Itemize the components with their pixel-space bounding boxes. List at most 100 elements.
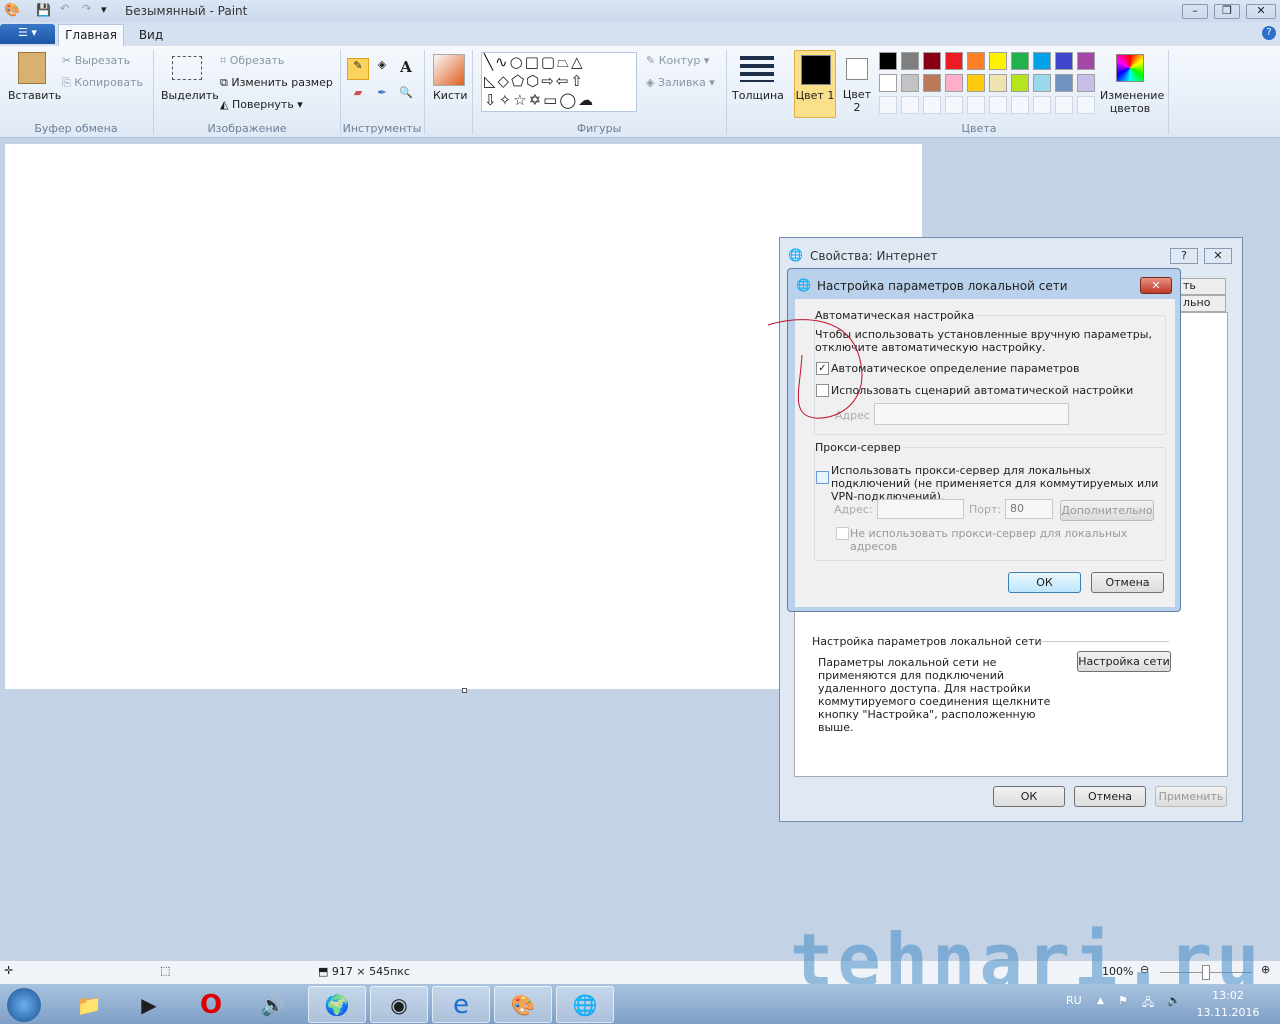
palette-color-swatch[interactable] — [989, 74, 1007, 92]
empty-custom-color-slot[interactable] — [901, 96, 919, 114]
text-tool-icon[interactable]: A — [395, 58, 417, 80]
palette-color-swatch[interactable] — [879, 74, 897, 92]
palette-color-swatch[interactable] — [967, 74, 985, 92]
internet-options-taskbar-icon[interactable]: 🌐 — [556, 986, 614, 1023]
cancel-button[interactable]: Отмена — [1091, 572, 1164, 593]
tab-view[interactable]: Вид — [130, 26, 172, 44]
palette-color-swatch[interactable] — [923, 74, 941, 92]
palette-color-swatch[interactable] — [945, 52, 963, 70]
opera-icon[interactable]: O — [182, 986, 240, 1023]
fill-button[interactable]: ◈ Заливка ▾ — [646, 76, 715, 89]
lan-settings-button[interactable]: Настройка сети — [1077, 651, 1171, 672]
crop-button[interactable]: ⌗ Обрезать — [220, 54, 284, 68]
paint-taskbar-icon[interactable]: 🎨 — [494, 986, 552, 1023]
network-icon[interactable]: 🖧 — [1142, 994, 1154, 1013]
proxy-address-input[interactable] — [877, 499, 964, 519]
empty-custom-color-slot[interactable] — [989, 96, 1007, 114]
use-proxy-checkbox[interactable] — [816, 471, 829, 484]
pencil-icon[interactable]: ✎ — [347, 58, 369, 80]
paint-menu-button[interactable]: ☰ ▾ — [0, 24, 55, 44]
shapes-gallery[interactable]: ╲∿○□▢⏢△ ◺◇⬠⬡⇨⇦⇧ ⇩✧☆✡▭◯☁ — [481, 52, 637, 112]
empty-custom-color-slot[interactable] — [1055, 96, 1073, 114]
brushes-button[interactable]: Кисти — [433, 89, 468, 102]
edit-colors-icon — [1116, 54, 1144, 82]
palette-color-swatch[interactable] — [1033, 52, 1051, 70]
cancel-button[interactable]: Отмена — [1074, 786, 1146, 807]
media-player-icon[interactable]: ▶ — [120, 986, 178, 1023]
start-button[interactable] — [0, 986, 48, 1023]
palette-color-swatch[interactable] — [1055, 74, 1073, 92]
advanced-button[interactable]: Дополнительно — [1060, 500, 1154, 521]
outline-label: Контур — [658, 54, 701, 67]
paint-app-icon: 🎨 — [4, 3, 21, 18]
speaker-app-icon[interactable]: 🔊 — [244, 986, 302, 1023]
palette-color-swatch[interactable] — [1077, 74, 1095, 92]
palette-color-swatch[interactable] — [989, 52, 1007, 70]
color1-button[interactable]: Цвет 1 — [794, 50, 836, 118]
rotate-button[interactable]: ◭ Повернуть ▾ — [220, 98, 303, 111]
canvas-resize-handle[interactable] — [462, 688, 467, 693]
apply-button[interactable]: Применить — [1155, 786, 1227, 807]
script-address-input[interactable] — [874, 403, 1069, 425]
tray-expand-icon[interactable]: ▲ — [1097, 996, 1104, 1006]
close-button[interactable]: ✕ — [1140, 277, 1172, 294]
eraser-icon[interactable]: ▰ — [347, 86, 369, 108]
maximize-button[interactable]: ❐ — [1214, 4, 1240, 19]
outline-button[interactable]: ✎ Контур ▾ — [646, 54, 709, 67]
save-icon[interactable]: 💾 — [36, 3, 51, 17]
palette-color-swatch[interactable] — [923, 52, 941, 70]
empty-custom-color-slot[interactable] — [945, 96, 963, 114]
chrome-icon[interactable]: ◉ — [370, 986, 428, 1023]
palette-color-swatch[interactable] — [1011, 74, 1029, 92]
close-button[interactable]: ✕ — [1204, 248, 1232, 264]
select-button[interactable]: Выделить — [161, 89, 219, 102]
help-button[interactable]: ? — [1170, 248, 1198, 264]
clock-date[interactable]: 13.11.2016 — [1196, 1006, 1260, 1019]
port-input[interactable]: 80 — [1005, 499, 1053, 519]
empty-custom-color-slot[interactable] — [923, 96, 941, 114]
internet-explorer-icon[interactable]: e — [432, 986, 490, 1023]
tab-partial[interactable]: ть — [1178, 278, 1226, 295]
empty-custom-color-slot[interactable] — [879, 96, 897, 114]
edit-colors-button[interactable]: Изменение цветов — [1100, 89, 1164, 115]
cut-button[interactable]: ✂ Вырезать — [62, 54, 130, 67]
ok-button[interactable]: ОК — [1008, 572, 1081, 593]
taskbar-app-icon[interactable]: 🌍 — [308, 986, 366, 1023]
empty-custom-color-slot[interactable] — [1011, 96, 1029, 114]
color-picker-icon[interactable]: ✒ — [371, 86, 393, 108]
palette-color-swatch[interactable] — [901, 74, 919, 92]
palette-color-swatch[interactable] — [1077, 52, 1095, 70]
redo-icon[interactable]: ↷ — [82, 2, 91, 15]
palette-color-swatch[interactable] — [967, 52, 985, 70]
palette-color-swatch[interactable] — [901, 52, 919, 70]
resize-button[interactable]: ⧉ Изменить размер — [220, 76, 333, 90]
fill-icon[interactable]: ◈ — [371, 58, 393, 80]
tab-partial[interactable]: льно — [1178, 295, 1226, 312]
close-button[interactable]: ✕ — [1246, 4, 1276, 19]
tab-home[interactable]: Главная — [58, 24, 124, 46]
copy-button[interactable]: ⎘ Копировать — [62, 76, 143, 90]
palette-color-swatch[interactable] — [1011, 52, 1029, 70]
paste-button[interactable]: Вставить — [8, 89, 61, 102]
palette-color-swatch[interactable] — [945, 74, 963, 92]
help-icon[interactable]: ? — [1262, 26, 1276, 40]
palette-color-swatch[interactable] — [1055, 52, 1073, 70]
palette-color-swatch[interactable] — [879, 52, 897, 70]
quick-access-dropdown-icon[interactable]: ▾ — [101, 3, 107, 16]
ok-button[interactable]: ОК — [993, 786, 1065, 807]
volume-icon[interactable]: 🔈 — [1167, 994, 1181, 1007]
magnifier-icon[interactable]: 🔍 — [395, 86, 417, 108]
language-indicator[interactable]: RU — [1066, 994, 1082, 1007]
action-center-flag-icon[interactable]: ⚑ — [1118, 994, 1128, 1007]
empty-custom-color-slot[interactable] — [967, 96, 985, 114]
explorer-icon[interactable]: 📁 — [60, 986, 118, 1023]
color2-button[interactable]: Цвет 2 — [840, 50, 874, 118]
empty-custom-color-slot[interactable] — [1033, 96, 1051, 114]
empty-custom-color-slot[interactable] — [1077, 96, 1095, 114]
minimize-button[interactable]: – — [1182, 4, 1208, 19]
clock-time[interactable]: 13:02 — [1200, 989, 1256, 1002]
thickness-button[interactable]: Толщина — [732, 89, 784, 102]
palette-color-swatch[interactable] — [1033, 74, 1051, 92]
undo-icon[interactable]: ↶ — [60, 2, 69, 15]
bypass-local-checkbox[interactable] — [836, 527, 849, 540]
